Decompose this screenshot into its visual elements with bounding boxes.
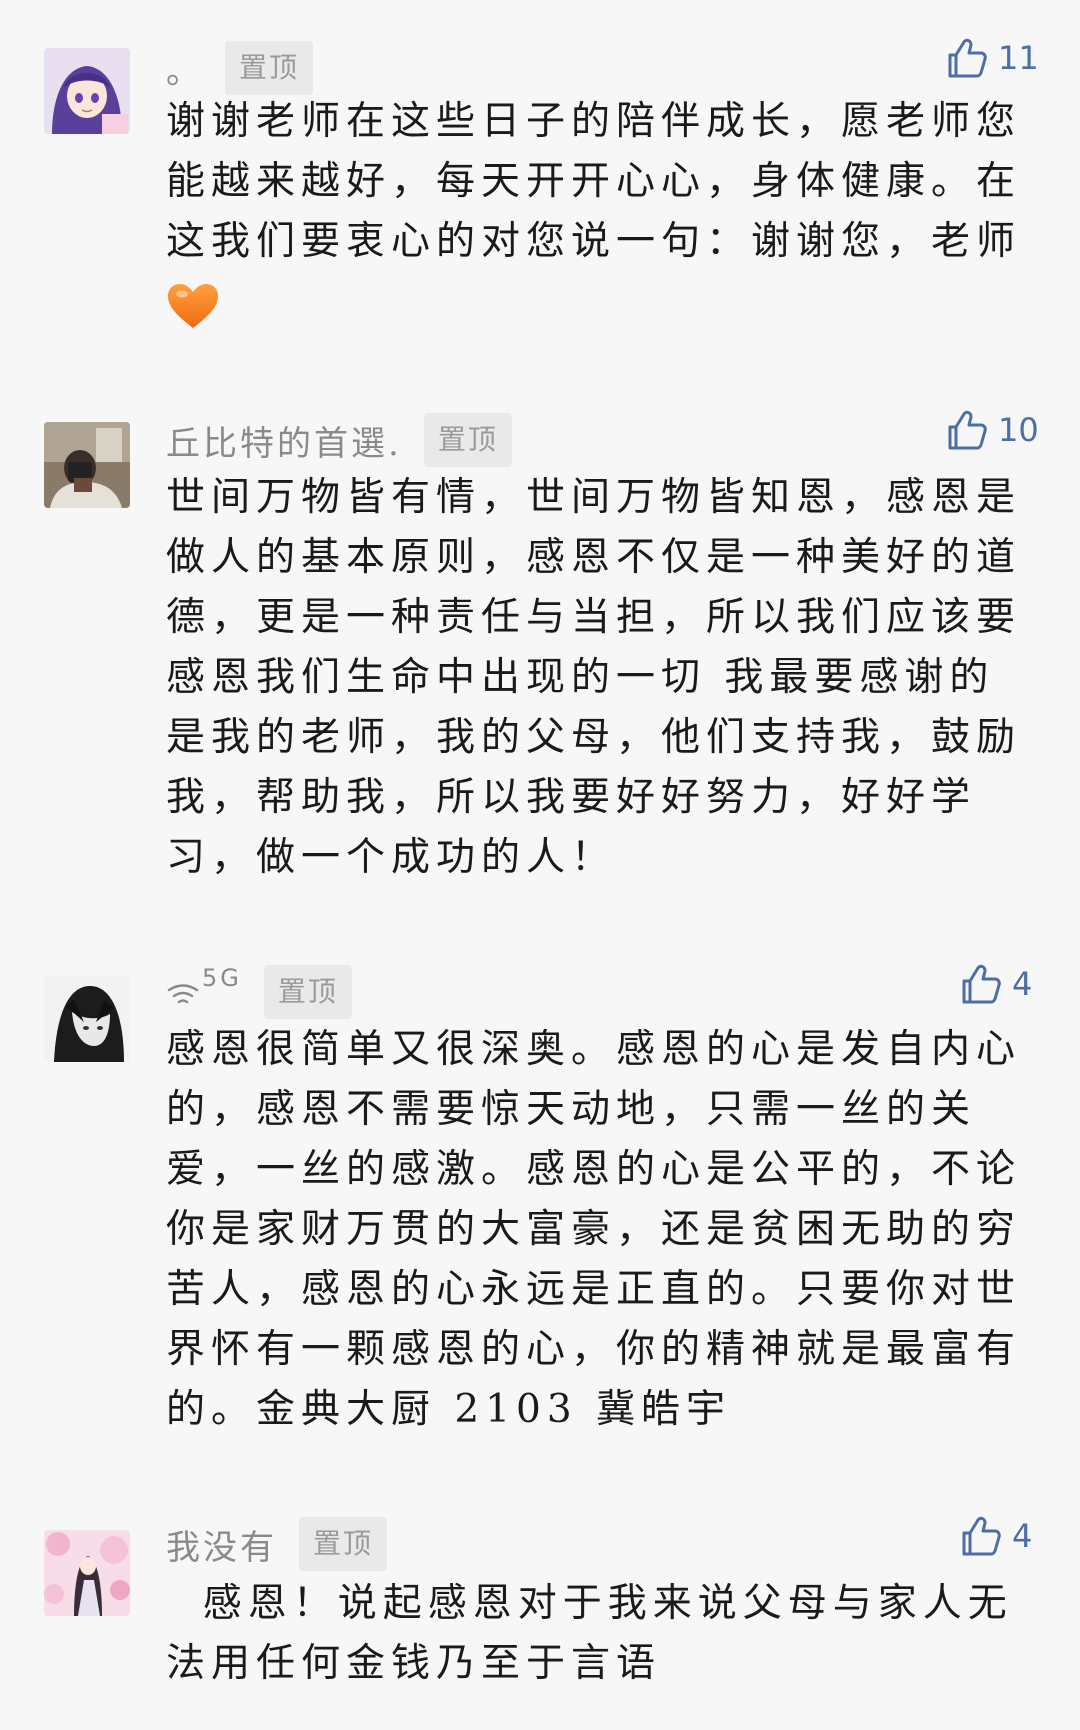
thumbs-up-icon	[948, 38, 987, 78]
comment-text: 感恩很简单又很深奥。感恩的心是发自内心的，感恩不需要惊天动地，只需一丝的关爱，一…	[166, 1027, 1022, 1432]
pinned-badge: 置顶	[299, 1517, 388, 1571]
like-count: 11	[998, 39, 1039, 77]
comment-text: 感恩！说起感恩对于我来说父母与家人无法用任何金钱乃至于言语	[166, 1581, 1013, 1686]
wifi-icon	[167, 984, 199, 1004]
avatar[interactable]	[44, 976, 130, 1062]
avatar[interactable]	[44, 48, 130, 134]
comment-header: 。 置顶	[166, 40, 314, 96]
nickname[interactable]: 。	[166, 44, 203, 93]
like-button[interactable]: 4	[958, 962, 1032, 1006]
thumbs-up-icon	[948, 410, 987, 450]
like-count: 10	[998, 411, 1039, 449]
orange-heart-icon	[168, 284, 218, 328]
avatar[interactable]	[44, 422, 130, 508]
nickname[interactable]: 5G	[202, 964, 242, 992]
comment-list: 。 置顶 11 谢谢老师在这些日子的陪伴成长，愿老师您能越来越好，每天开开心心，…	[0, 0, 1080, 1730]
nickname[interactable]: 我没有	[166, 1520, 277, 1569]
comment-text: 世间万物皆有情，世间万物皆知恩，感恩是做人的基本原则，感恩不仅是一种美好的道德，…	[166, 475, 1022, 880]
avatar[interactable]	[44, 1530, 130, 1616]
like-button[interactable]: 4	[958, 1514, 1032, 1558]
pinned-badge: 置顶	[263, 965, 352, 1019]
like-button[interactable]: 11	[944, 36, 1039, 80]
comment-header: 我没有 置顶	[166, 1516, 388, 1572]
thumbs-up-icon	[962, 1516, 1001, 1556]
pinned-badge: 置顶	[423, 413, 512, 467]
comment-header: 丘比特的首選. 置顶	[166, 412, 512, 468]
comment-text: 谢谢老师在这些日子的陪伴成长，愿老师您能越来越好，每天开开心心，身体健康。在这我…	[166, 99, 1022, 264]
comment-header: 5G 置顶	[166, 964, 352, 1020]
nickname[interactable]: 丘比特的首選.	[166, 416, 402, 465]
pinned-badge: 置顶	[225, 41, 314, 95]
like-count: 4	[1012, 1517, 1033, 1555]
thumbs-up-icon	[962, 964, 1001, 1004]
like-count: 4	[1012, 965, 1033, 1003]
like-button[interactable]: 10	[944, 408, 1039, 452]
